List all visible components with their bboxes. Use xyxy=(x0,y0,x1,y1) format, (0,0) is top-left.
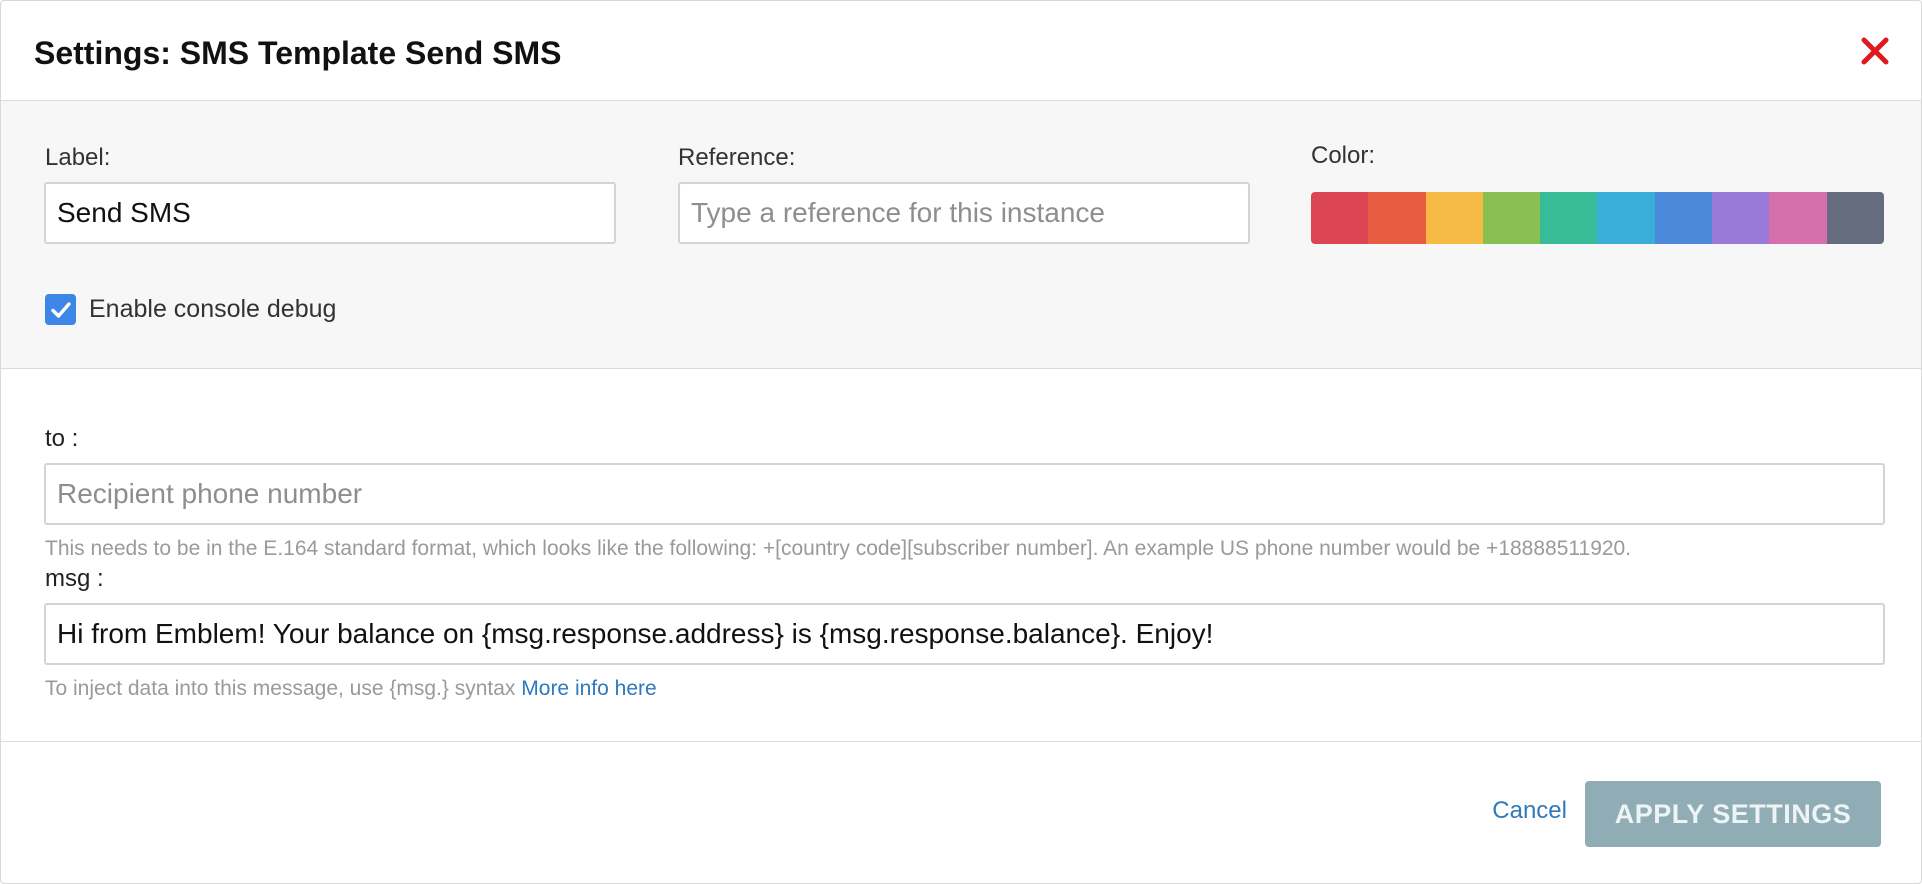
dialog-header: Settings: SMS Template Send SMS xyxy=(1,1,1921,101)
cancel-button[interactable]: Cancel xyxy=(1492,797,1567,825)
label-field-caption: Label: xyxy=(45,144,111,171)
dialog-title: Settings: SMS Template Send SMS xyxy=(34,35,562,71)
checkmark-icon xyxy=(50,301,71,318)
msg-field-caption: msg : xyxy=(45,565,104,592)
color-swatch[interactable] xyxy=(1712,192,1770,244)
color-swatch[interactable] xyxy=(1311,192,1369,244)
reference-field-caption: Reference: xyxy=(678,144,796,171)
to-help-text: This needs to be in the E.164 standard f… xyxy=(45,537,1632,560)
to-field-caption: to : xyxy=(45,425,79,452)
debug-toggle-row[interactable]: Enable console debug xyxy=(45,294,336,325)
dialog-footer: Cancel APPLY SETTINGS xyxy=(1,742,1921,882)
color-field-caption: Color: xyxy=(1311,142,1376,169)
close-icon xyxy=(1861,37,1889,65)
color-swatch[interactable] xyxy=(1826,192,1884,244)
reference-input[interactable] xyxy=(678,182,1250,244)
debug-checkbox[interactable] xyxy=(45,294,76,325)
debug-label: Enable console debug xyxy=(89,295,337,323)
msg-help-text: To inject data into this message, use {m… xyxy=(45,677,516,700)
msg-help: To inject data into this message, use {m… xyxy=(45,676,657,702)
close-button[interactable] xyxy=(1859,35,1891,67)
label-input[interactable] xyxy=(44,182,616,244)
msg-input[interactable] xyxy=(44,603,1885,665)
color-swatch[interactable] xyxy=(1540,192,1598,244)
color-swatch[interactable] xyxy=(1654,192,1713,244)
color-swatch[interactable] xyxy=(1482,192,1541,244)
color-swatch[interactable] xyxy=(1368,192,1426,244)
general-settings-section: Label: Reference: Color: Enable console … xyxy=(1,101,1921,369)
apply-settings-button[interactable]: APPLY SETTINGS xyxy=(1585,781,1881,847)
more-info-link[interactable]: More info here xyxy=(521,677,656,700)
to-phone-input[interactable] xyxy=(44,463,1885,525)
color-swatch[interactable] xyxy=(1597,192,1655,244)
color-picker xyxy=(1311,192,1884,244)
node-parameters-section: to : This needs to be in the E.164 stand… xyxy=(1,369,1921,742)
settings-dialog: Settings: SMS Template Send SMS Label: R… xyxy=(0,0,1922,884)
color-swatch[interactable] xyxy=(1425,192,1483,244)
color-swatch[interactable] xyxy=(1769,192,1827,244)
